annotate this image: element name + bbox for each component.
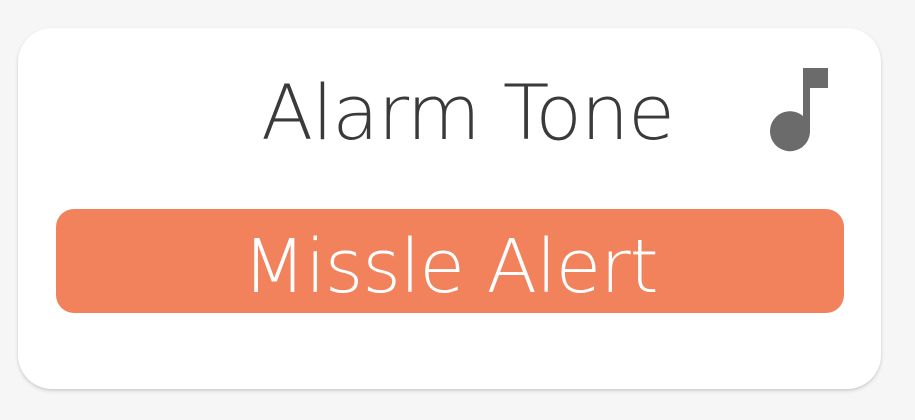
alarm-tone-select-button[interactable]: Missle Alert	[56, 209, 844, 313]
alarm-tone-card: Alarm Tone Missle Alert	[18, 28, 881, 389]
selected-tone-label: Missle Alert	[242, 224, 658, 310]
music-note-icon	[770, 68, 828, 152]
